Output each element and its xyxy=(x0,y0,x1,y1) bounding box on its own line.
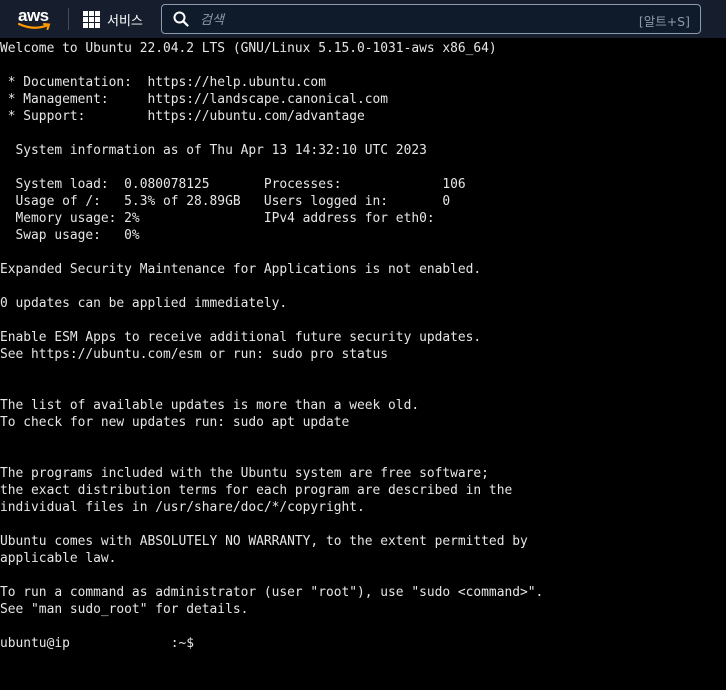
terminal-line: Memory usage: 2% IPv4 address for eth0: xyxy=(0,211,435,226)
aws-console-header: aws 서비스 [알트+S] xyxy=(0,0,726,38)
terminal-line: See https://ubuntu.com/esm or run: sudo … xyxy=(0,347,389,362)
services-label: 서비스 xyxy=(107,13,143,29)
terminal-line: See "man sudo_root" for details. xyxy=(0,602,249,617)
terminal-line: 0 updates can be applied immediately. xyxy=(0,296,288,311)
terminal-line: The list of available updates is more th… xyxy=(0,398,420,413)
terminal-line: To check for new updates run: sudo apt u… xyxy=(0,415,350,430)
terminal-line: Enable ESM Apps to receive additional fu… xyxy=(0,330,482,345)
terminal-line: * Management: https://landscape.canonica… xyxy=(0,92,389,107)
terminal-lines: Welcome to Ubuntu 22.04.2 LTS (GNU/Linux… xyxy=(0,40,726,635)
terminal-line: System load: 0.080078125 Processes: 106 xyxy=(0,177,466,192)
search-input[interactable] xyxy=(198,9,602,31)
terminal-cursor xyxy=(202,635,210,650)
search-icon xyxy=(173,11,189,27)
services-menu-button[interactable]: 서비스 xyxy=(83,9,143,29)
terminal-line: Swap usage: 0% xyxy=(0,228,140,243)
terminal-line: Expanded Security Maintenance for Applic… xyxy=(0,262,482,277)
aws-smile-icon xyxy=(18,23,51,30)
terminal-line: Usage of /: 5.3% of 28.89GB Users logged… xyxy=(0,194,451,209)
shell-prompt: ubuntu@ip :~$ xyxy=(0,636,202,651)
aws-logo-text: aws xyxy=(18,6,49,25)
search-box[interactable]: [알트+S] xyxy=(161,4,701,34)
terminal-line: System information as of Thu Apr 13 14:3… xyxy=(0,143,427,158)
terminal-prompt-line[interactable]: ubuntu@ip :~$ xyxy=(0,635,726,652)
terminal-line: individual files in /usr/share/doc/*/cop… xyxy=(0,500,365,515)
aws-logo[interactable]: aws xyxy=(18,6,52,32)
terminal-line: * Documentation: https://help.ubuntu.com xyxy=(0,75,326,90)
services-grid-icon xyxy=(83,10,100,28)
terminal-line: Ubuntu comes with ABSOLUTELY NO WARRANTY… xyxy=(0,534,528,549)
terminal-line: Welcome to Ubuntu 22.04.2 LTS (GNU/Linux… xyxy=(0,41,497,56)
terminal-line: * Support: https://ubuntu.com/advantage xyxy=(0,109,365,124)
terminal-output[interactable]: Welcome to Ubuntu 22.04.2 LTS (GNU/Linux… xyxy=(0,38,726,690)
header-divider xyxy=(68,8,69,30)
search-shortcut-hint: [알트+S] xyxy=(638,14,690,29)
terminal-line: The programs included with the Ubuntu sy… xyxy=(0,466,489,481)
terminal-line: the exact distribution terms for each pr… xyxy=(0,483,513,498)
terminal-line: To run a command as administrator (user … xyxy=(0,585,544,600)
terminal-line: applicable law. xyxy=(0,551,117,566)
